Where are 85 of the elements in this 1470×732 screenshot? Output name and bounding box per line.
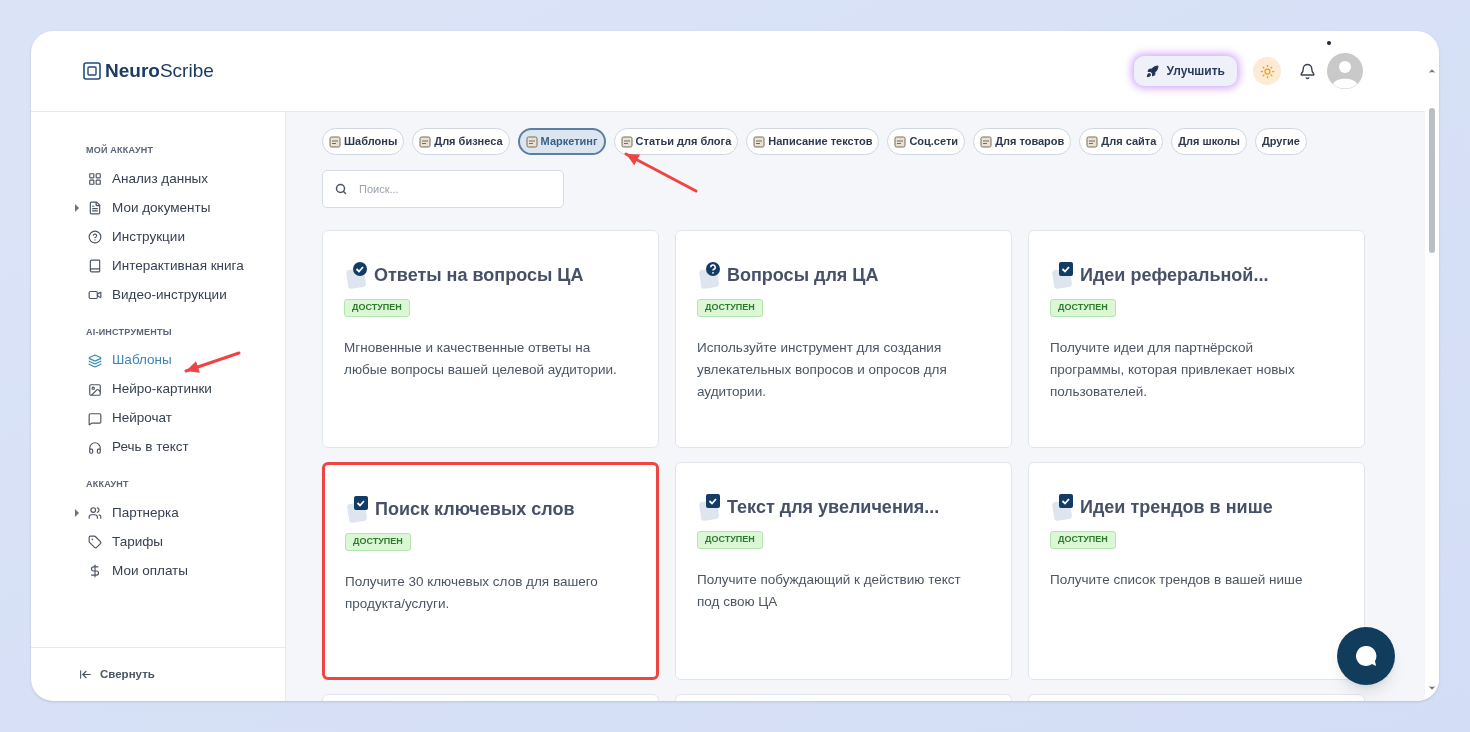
- clipboard-icon: [344, 261, 370, 289]
- card-description: Получите список трендов в вашей нише: [1050, 571, 1304, 589]
- clipboard-icon: [345, 495, 371, 523]
- sidebar-item[interactable]: Нейрочат: [112, 408, 172, 429]
- card-title: Ответы на вопросы ЦА: [374, 263, 584, 287]
- card-title: Идеи реферальной...: [1080, 263, 1269, 287]
- notifications-button[interactable]: [1297, 61, 1317, 81]
- grid-icon: [88, 172, 102, 186]
- card-title: Поиск ключевых слов: [375, 497, 575, 521]
- logo-text: NeuroScribe: [105, 58, 214, 83]
- card-description: Мгновенные и качественные ответы на любые вопросы вашей целевой аудитории.: [344, 339, 618, 379]
- image-icon: [88, 382, 102, 397]
- sidebar-item[interactable]: Интерактивная книга: [112, 255, 244, 277]
- status-badge: ДОСТУПЕН: [697, 531, 763, 549]
- section-heading: AI-ИНСТРУМЕНТЫ: [86, 325, 173, 339]
- template-card[interactable]: Идеи трендов в нише ДОСТУПЕН Получите список трендов в вашей нише: [1028, 462, 1365, 680]
- template-card[interactable]: Вопросы для ЦА ДОСТУПЕН Используйте инструмент для создания увлекательных вопросов и опросов для аудитории.: [675, 230, 1012, 448]
- category-chip[interactable]: Статьи для блога: [613, 128, 739, 155]
- logo-icon: [83, 62, 101, 80]
- category-chip[interactable]: Для школы: [1171, 128, 1247, 155]
- video-camera-icon: [88, 288, 102, 302]
- category-chip[interactable]: Соц.сети: [887, 128, 966, 155]
- clipboard-icon: [697, 261, 723, 289]
- search-icon: [335, 183, 347, 195]
- avatar[interactable]: [1327, 53, 1363, 89]
- document-icon: [88, 201, 102, 215]
- category-chip[interactable]: Написание текстов: [746, 128, 880, 155]
- layers-icon: [88, 353, 102, 368]
- section-heading: АККАУНТ: [86, 478, 130, 491]
- status-badge: ДОСТУПЕН: [697, 299, 763, 317]
- speech-bubble-icon: [1354, 644, 1378, 668]
- tag-icon: [88, 535, 102, 549]
- annotation-arrow: [184, 351, 241, 373]
- status-badge: ДОСТУПЕН: [345, 533, 411, 551]
- category-chip[interactable]: Для сайта: [1079, 128, 1164, 155]
- card-description: Получите 30 ключевых слов для вашего продукта/услуги.: [345, 573, 599, 613]
- template-card[interactable]: Ответы на вопросы ЦА ДОСТУПЕН Мгновенные и качественные ответы на любые вопросы вашей целевой аудитории.: [322, 230, 659, 448]
- category-chip[interactable]: Для бизнеса: [412, 128, 510, 155]
- question-circle-icon: [88, 230, 102, 244]
- clipboard-icon: [697, 493, 723, 521]
- rocket-icon: [1145, 64, 1159, 78]
- headphones-icon: [88, 440, 102, 455]
- card-title: Идеи трендов в нише: [1080, 495, 1273, 519]
- bell-icon: [1298, 62, 1316, 80]
- category-chip[interactable]: Маркетинг: [517, 128, 606, 155]
- sidebar-item[interactable]: Видео-инструкции: [112, 284, 227, 306]
- speech-bubble-icon: [88, 411, 102, 426]
- status-badge: ДОСТУПЕН: [1050, 299, 1116, 317]
- clipboard-icon: [1050, 493, 1076, 521]
- template-card[interactable]: Поиск ключевых слов ДОСТУПЕН Получите 30 ключевых слов для вашего продукта/услуги.: [322, 462, 659, 680]
- scroll-up-icon: [1427, 66, 1437, 76]
- dollar-icon: [88, 564, 102, 578]
- clipboard-icon: [1050, 261, 1076, 289]
- sidebar-item[interactable]: Мои оплаты: [112, 560, 188, 582]
- category-chip[interactable]: Шаблоны: [322, 128, 405, 155]
- collapse-button[interactable]: Свернуть: [79, 665, 155, 684]
- card-title: Вопросы для ЦА: [727, 263, 879, 287]
- template-card[interactable]: Текст для увеличения... ДОСТУПЕН Получите побуждающий к действию текст под свою ЦА: [675, 462, 1012, 680]
- status-badge: ДОСТУПЕН: [344, 299, 410, 317]
- category-chip[interactable]: Для товаров: [973, 128, 1072, 155]
- people-icon: [88, 506, 102, 520]
- card-description: Используйте инструмент для создания увлекательных вопросов и опросов для аудитории.: [697, 339, 948, 401]
- search-field[interactable]: Поиск...: [322, 170, 564, 208]
- card-description: Получите побуждающий к действию текст под свою ЦА: [697, 571, 962, 611]
- card-title: Текст для увеличения...: [727, 495, 940, 519]
- sidebar-item[interactable]: Шаблоны: [112, 350, 172, 371]
- chat-button[interactable]: [1337, 627, 1395, 685]
- collapse-icon: [79, 668, 92, 681]
- sidebar-item[interactable]: Мои документы: [112, 197, 211, 219]
- status-badge: ДОСТУПЕН: [1050, 531, 1116, 549]
- category-chip[interactable]: Другие: [1254, 128, 1307, 155]
- sun-icon: [1259, 63, 1275, 79]
- sidebar-item[interactable]: Нейро-картинки: [112, 379, 212, 400]
- theme-toggle-button[interactable]: [1253, 57, 1281, 85]
- sidebar-item[interactable]: Инструкции: [112, 226, 185, 248]
- sidebar-item[interactable]: Речь в текст: [112, 437, 189, 458]
- template-card[interactable]: Идеи реферальной... ДОСТУПЕН Получите идеи для партнёрской программы, которая привлекает новых пользователей.: [1028, 230, 1365, 448]
- book-icon: [88, 259, 102, 273]
- scroll-down-icon: [1427, 683, 1437, 693]
- sidebar-item[interactable]: Партнерка: [112, 502, 179, 524]
- sidebar-item[interactable]: Анализ данных: [112, 168, 209, 190]
- section-heading: МОЙ АККАУНТ: [86, 144, 155, 157]
- upgrade-button[interactable]: Улучшить: [1133, 56, 1237, 86]
- sidebar-item[interactable]: Тарифы: [112, 531, 163, 553]
- card-description: Получите идеи для партнёрской программы, которая привлекает новых пользователей.: [1050, 339, 1296, 401]
